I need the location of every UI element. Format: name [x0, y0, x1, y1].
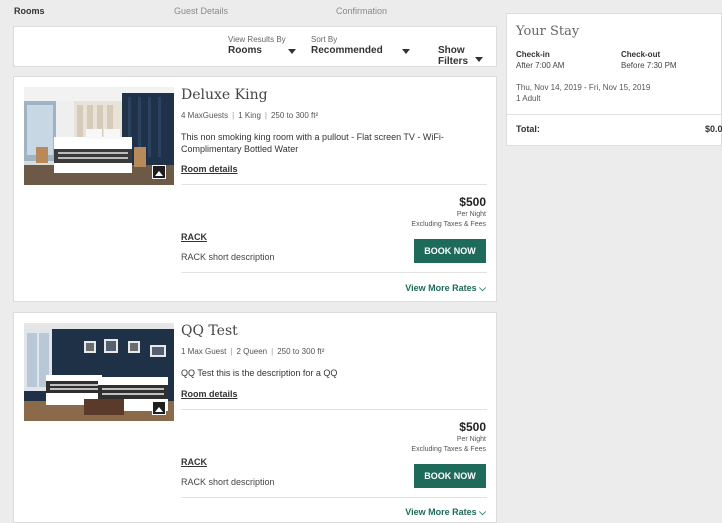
sort-value: Recommended — [311, 45, 383, 56]
gallery-icon[interactable] — [152, 401, 166, 415]
book-now-button[interactable]: BOOK NOW — [414, 239, 486, 263]
view-results-label: View Results By — [228, 35, 286, 44]
room-description: QQ Test this is the description for a QQ — [181, 368, 338, 378]
view-results-dropdown[interactable]: View Results By Rooms — [228, 35, 286, 56]
chevron-down-icon[interactable] — [402, 49, 410, 54]
checkin-value: After 7:00 AM — [516, 61, 565, 70]
checkout-label: Check-out — [621, 50, 661, 59]
filter-bar: View Results By Rooms Sort By Recommende… — [13, 26, 497, 67]
divider — [507, 114, 722, 115]
room-photo[interactable] — [24, 87, 174, 185]
sort-label: Sort By — [311, 35, 338, 44]
total-label: Total: — [516, 124, 540, 134]
stay-title: Your Stay — [516, 24, 580, 39]
chevron-down-icon: ⌵ — [479, 507, 486, 517]
step-guest-details[interactable]: Guest Details — [174, 6, 228, 16]
step-confirmation[interactable]: Confirmation — [336, 6, 387, 16]
taxes-note: Excluding Taxes & Fees — [411, 221, 486, 228]
gallery-icon[interactable] — [152, 165, 166, 179]
rate-description: RACK short description — [181, 252, 275, 262]
view-more-rates-link[interactable]: View More Rates ⌵ — [405, 283, 486, 294]
taxes-note: Excluding Taxes & Fees — [411, 446, 486, 453]
checkout-value: Before 7:30 PM — [621, 61, 677, 70]
room-details-link[interactable]: Room details — [181, 164, 238, 174]
stay-guests: 1 Adult — [516, 94, 541, 103]
room-card: Deluxe King 4 MaxGuests | 1 King | 250 to 30… — [13, 76, 497, 302]
caret-down-icon — [474, 57, 483, 62]
divider — [181, 409, 487, 410]
chevron-down-icon[interactable] — [288, 49, 296, 54]
room-meta: 4 MaxGuests | 1 King | 250 to 300 ft² — [181, 111, 319, 120]
room-name: QQ Test — [181, 323, 238, 339]
room-card: QQ Test 1 Max Guest | 2 Queen | 250 to 300 f… — [13, 312, 497, 523]
rate-description: RACK short description — [181, 477, 275, 487]
divider — [181, 272, 487, 273]
room-beds: 2 Queen — [236, 347, 268, 356]
chevron-down-icon: ⌵ — [479, 283, 486, 293]
sort-dropdown[interactable]: Sort By Recommended — [311, 35, 383, 56]
view-more-rates-label: View More Rates — [405, 507, 477, 517]
rate-name[interactable]: RACK — [181, 457, 207, 467]
room-price: $500 — [459, 420, 486, 434]
per-night-label: Per Night — [456, 436, 486, 443]
view-results-value: Rooms — [228, 45, 262, 56]
room-name: Deluxe King — [181, 87, 268, 103]
rate-name[interactable]: RACK — [181, 232, 207, 242]
room-size: 250 to 300 ft² — [277, 347, 325, 356]
stay-dates: Thu, Nov 14, 2019 - Fri, Nov 15, 2019 — [516, 83, 651, 92]
book-now-button[interactable]: BOOK NOW — [414, 464, 486, 488]
room-details-link[interactable]: Room details — [181, 389, 238, 399]
view-more-rates-label: View More Rates — [405, 283, 477, 293]
booking-steps: Rooms Guest Details Confirmation — [0, 0, 500, 22]
total-value: $0.0 — [705, 124, 722, 134]
view-more-rates-link[interactable]: View More Rates ⌵ — [405, 507, 486, 518]
room-meta: 1 Max Guest | 2 Queen | 250 to 300 ft² — [181, 347, 325, 356]
room-max-guests: 4 MaxGuests — [181, 111, 229, 120]
divider — [181, 184, 487, 185]
room-max-guests: 1 Max Guest — [181, 347, 227, 356]
room-description: This non smoking king room with a pullou… — [181, 132, 444, 154]
your-stay-panel: Your Stay Check-in After 7:00 AM Check-o… — [506, 13, 722, 146]
show-filters-button[interactable]: Show Filters — [438, 45, 496, 67]
checkin-label: Check-in — [516, 50, 550, 59]
room-size: 250 to 300 ft² — [270, 111, 319, 120]
per-night-label: Per Night — [456, 211, 486, 218]
show-filters-label: Show Filters — [438, 45, 469, 67]
divider — [181, 497, 487, 498]
room-beds: 1 King — [238, 111, 261, 120]
step-rooms[interactable]: Rooms — [14, 6, 45, 16]
room-photo[interactable] — [24, 323, 174, 421]
room-price: $500 — [459, 195, 486, 209]
